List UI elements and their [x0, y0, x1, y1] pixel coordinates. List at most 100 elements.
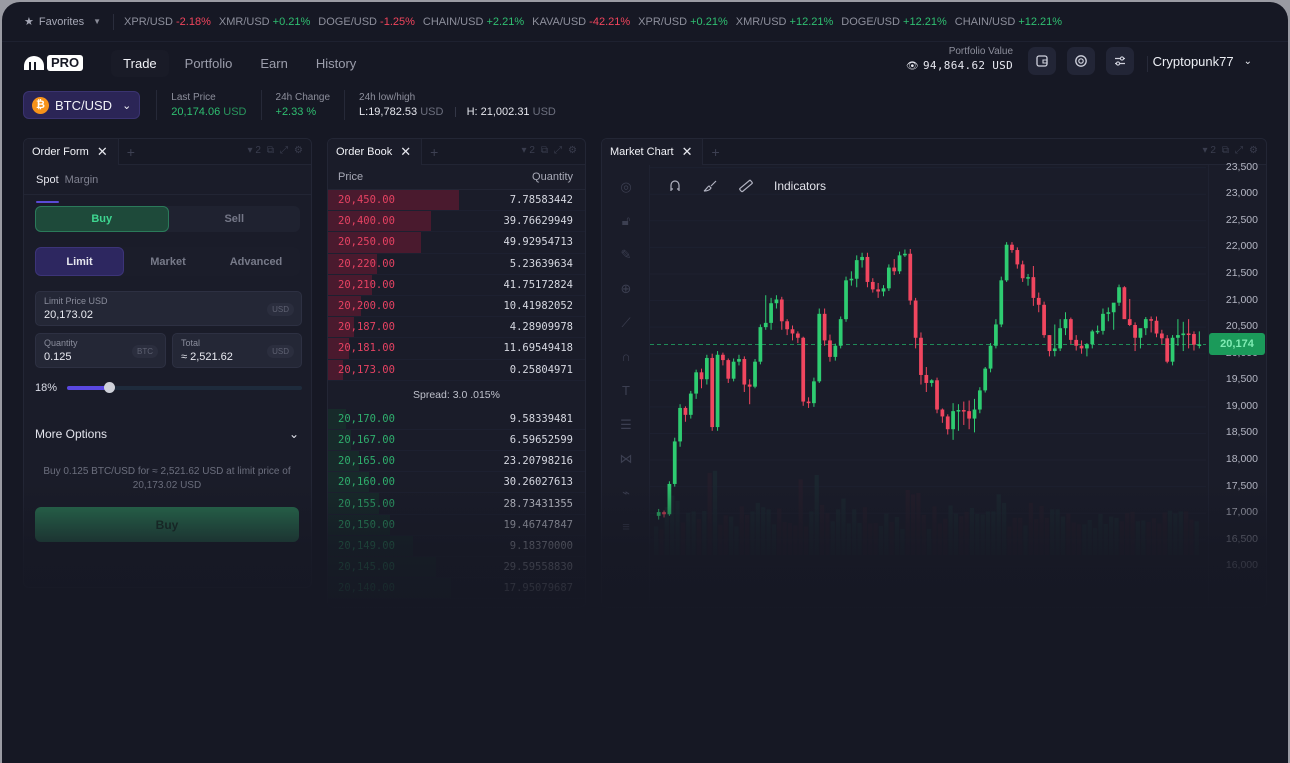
close-icon[interactable]: ✕	[400, 144, 411, 160]
slider-fill	[67, 386, 110, 390]
side-buy-button[interactable]: Buy	[35, 206, 169, 232]
list-icon[interactable]: ≡	[618, 519, 634, 535]
pattern-icon[interactable]: ⋈	[618, 451, 634, 467]
bid-row[interactable]: 20,150.00 19.46747847	[328, 514, 585, 536]
close-icon[interactable]: ✕	[682, 144, 693, 160]
expand-icon[interactable]: ⤢	[554, 145, 562, 156]
pair-selector[interactable]: ₿ BTC/USD ⌄	[23, 91, 141, 119]
total-field[interactable]: Total ≈ 2,521.62 USD	[172, 333, 302, 368]
quantity-field[interactable]: Quantity 0.125 BTC	[35, 333, 166, 368]
ask-row[interactable]: 20,200.00 10.41982052	[328, 295, 585, 318]
zoom-in-icon[interactable]: ⊕	[618, 281, 634, 297]
tab-margin[interactable]: Margin	[65, 174, 99, 194]
slider-handle[interactable]	[104, 382, 116, 393]
text-icon[interactable]: T	[618, 383, 634, 399]
close-icon[interactable]: ✕	[97, 144, 108, 160]
pencil-lock-icon[interactable]: ✎	[618, 247, 634, 263]
gear-icon[interactable]: ⚙	[294, 145, 303, 156]
type-market-button[interactable]: Market	[124, 247, 212, 276]
candle-body	[763, 322, 768, 328]
ruler-icon[interactable]: ⟋	[618, 315, 634, 331]
lock-icon[interactable]: 🔓︎	[618, 213, 634, 229]
ask-row[interactable]: 20,250.00 49.92954713	[328, 232, 585, 254]
expand-icon[interactable]: ⤢	[280, 145, 288, 156]
limit-price-field[interactable]: Limit Price USD 20,173.02 USD	[35, 291, 302, 326]
volume-bar	[985, 511, 991, 555]
submit-buy-button[interactable]: Buy	[35, 507, 299, 542]
logo[interactable]: PRO	[24, 55, 84, 71]
volume-bar	[1060, 516, 1066, 555]
ticker-item[interactable]: XMR/USD +12.21%	[736, 16, 834, 28]
volume-bar	[1034, 519, 1039, 555]
tab-order-book[interactable]: Order Book ✕	[328, 139, 423, 165]
bid-row[interactable]: 20,160.00 30.26027613	[328, 472, 585, 494]
nav-tab-history[interactable]: History	[304, 50, 368, 77]
ticker-item[interactable]: XPR/USD +0.21%	[638, 16, 728, 28]
candle-body	[988, 345, 993, 369]
bid-row[interactable]: 20,145.00 29.59558830	[328, 557, 585, 579]
ask-row[interactable]: 20,450.00 7.78583442	[328, 190, 585, 212]
brush-icon[interactable]: ⌁	[618, 485, 634, 501]
candle	[897, 251, 902, 274]
nav-tab-portfolio[interactable]: Portfolio	[173, 50, 245, 77]
ticker-item[interactable]: DOGE/USD +12.21%	[841, 16, 946, 28]
bid-row[interactable]: 20,167.00 6.59652599	[328, 429, 585, 452]
ticker-item[interactable]: DOGE/USD -1.25%	[318, 16, 415, 28]
bid-row[interactable]: 20,170.00 9.58339481	[328, 408, 585, 430]
ask-row[interactable]: 20,220.00 5.23639634	[328, 253, 585, 275]
detach-icon[interactable]: ⧉	[541, 145, 548, 156]
layout-count[interactable]: ▾ 2	[248, 145, 261, 156]
bid-row[interactable]: 20,155.00 28.73431355	[328, 493, 585, 515]
add-tab-icon[interactable]: +	[711, 144, 719, 160]
tab-market-chart[interactable]: Market Chart ✕	[602, 139, 704, 165]
slider-track[interactable]	[67, 382, 302, 393]
magnet-icon[interactable]: ∩	[618, 349, 634, 365]
bid-row[interactable]: 20,165.00 23.20798216	[328, 451, 585, 473]
side-sell-button[interactable]: Sell	[169, 206, 301, 232]
type-limit-button[interactable]: Limit	[35, 247, 124, 276]
nav-tab-trade[interactable]: Trade	[111, 49, 169, 77]
wallet-button[interactable]	[1028, 47, 1056, 75]
eye-icon[interactable]: 👁	[906, 61, 919, 72]
favorites-dropdown[interactable]: ★ Favorites ▼	[24, 13, 115, 30]
candle-body	[1036, 297, 1041, 305]
price-axis[interactable]: 23,500 23,000 22,500 22,000 21,500 21,000 20,5…	[1208, 161, 1266, 607]
preferences-button[interactable]	[1106, 47, 1134, 75]
panel-tools: ▾ 2 ⧉ ⤢ ⚙	[1203, 145, 1258, 156]
more-options-toggle[interactable]: More Options ⌄	[35, 427, 299, 441]
candlestick-chart[interactable]	[650, 165, 1260, 585]
ticker-pair: CHAIN/USD	[422, 15, 484, 28]
ask-row[interactable]: 20,187.00 4.28909978	[328, 317, 585, 339]
ask-row[interactable]: 20,400.00 39.76629949	[328, 211, 585, 233]
detach-icon[interactable]: ⧉	[267, 145, 274, 156]
gear-icon[interactable]: ⚙	[1249, 145, 1258, 156]
ask-row[interactable]: 20,173.00 0.25804971	[328, 359, 585, 381]
type-advanced-button[interactable]: Advanced	[212, 247, 300, 276]
ask-row[interactable]: 20,210.00 41.75172824	[328, 274, 585, 296]
volume-bar	[777, 508, 782, 555]
ask-row[interactable]: 20,181.00 11.69549418	[328, 338, 585, 360]
detach-icon[interactable]: ⧉	[1222, 145, 1229, 156]
eye-draw-icon[interactable]: ◎	[618, 179, 634, 195]
expand-icon[interactable]: ⤢	[1235, 145, 1243, 156]
tab-order-form[interactable]: Order Form ✕	[24, 139, 119, 165]
ticker-item[interactable]: KAVA/USD -42.21%	[532, 16, 630, 28]
add-tab-icon[interactable]: +	[127, 144, 135, 160]
user-menu[interactable]: Cryptopunk77 ⌄	[1153, 54, 1252, 69]
ticker-item[interactable]: XPR/USD -2.18%	[124, 16, 211, 28]
bid-row[interactable]: 20,140.00 17.95079687	[328, 578, 585, 600]
support-button[interactable]	[1067, 47, 1095, 75]
layout-count[interactable]: ▾ 2	[522, 145, 535, 156]
add-tab-icon[interactable]: +	[430, 144, 438, 160]
volume-bar	[1173, 513, 1178, 555]
fib-lines-icon[interactable]: ☰	[618, 417, 634, 433]
tab-spot[interactable]: Spot	[36, 174, 59, 203]
gear-icon[interactable]: ⚙	[568, 145, 577, 156]
bid-row[interactable]: 20,149.00 9.18370000	[328, 535, 585, 557]
ticker-item[interactable]: CHAIN/USD +2.21%	[423, 16, 524, 28]
ticker-item[interactable]: XMR/USD +0.21%	[219, 16, 310, 28]
ticker-item[interactable]: CHAIN/USD +12.21%	[955, 16, 1062, 28]
nav-tab-earn[interactable]: Earn	[248, 50, 299, 77]
order-quantity: 49.92954713	[503, 236, 573, 249]
layout-count[interactable]: ▾ 2	[1203, 145, 1216, 156]
